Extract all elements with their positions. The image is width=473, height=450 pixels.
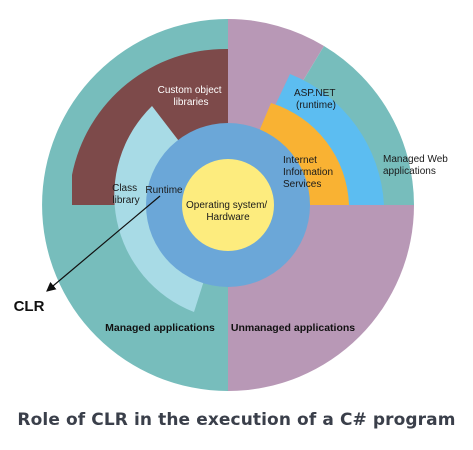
class-library-label: Class library [112,183,140,206]
runtime-label: Runtime [145,185,183,196]
managed-applications-label: Managed applications [105,322,215,334]
caption: Role of CLR in the execution of a C# pro… [17,410,456,430]
clr-role-diagram: Custom object libraries Class library Ru… [14,19,451,391]
managed-web-applications-label: Managed Web applications [383,154,451,177]
clr-label: CLR [14,298,45,315]
unmanaged-applications-label: Unmanaged applications [231,322,355,334]
asp-net-label: ASP.NET (runtime) [294,88,338,111]
